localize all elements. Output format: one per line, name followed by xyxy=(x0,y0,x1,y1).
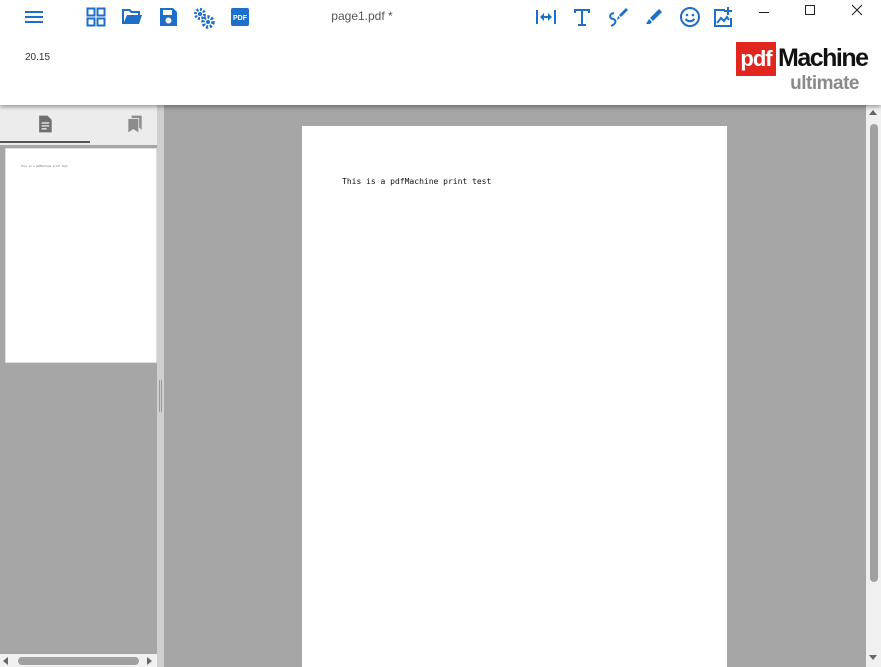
tab-pages[interactable] xyxy=(6,105,84,143)
pdf-button[interactable]: PDF xyxy=(227,4,253,30)
top-toolbar: PDF page1.pdf * 20.15 pdf Machine ultima… xyxy=(0,0,881,105)
sidebar-panel: This is a pdfMachine print test xyxy=(0,105,157,667)
stamp-button[interactable] xyxy=(677,4,703,30)
open-button[interactable] xyxy=(119,4,145,30)
maximize-button[interactable] xyxy=(787,0,833,20)
pages-icon xyxy=(39,115,52,133)
settings-icon xyxy=(194,8,215,29)
bookmark-icon xyxy=(128,115,142,133)
pdfmachine-logo: pdf Machine ultimate xyxy=(736,42,869,96)
save-icon xyxy=(160,8,177,26)
thumbnails-button[interactable] xyxy=(83,4,109,30)
save-button[interactable] xyxy=(155,4,181,30)
page-text: This is a pdfMachine print test xyxy=(342,177,492,186)
document-title: page1.pdf * xyxy=(331,9,393,23)
document-viewer: This is a pdfMachine print test xyxy=(164,105,866,667)
page-thumbnail[interactable]: This is a pdfMachine print test xyxy=(5,148,157,363)
active-tab-indicator xyxy=(0,141,90,143)
svg-text:PDF: PDF xyxy=(233,15,248,22)
add-image-icon xyxy=(714,7,732,27)
close-icon xyxy=(851,4,863,16)
highlighter-button[interactable] xyxy=(641,4,667,30)
text-tool-button[interactable] xyxy=(569,4,595,30)
logo-pdf-box: pdf xyxy=(736,42,776,76)
close-button[interactable] xyxy=(834,0,880,20)
grid-icon xyxy=(86,7,106,27)
scroll-down-icon[interactable] xyxy=(869,655,877,660)
fit-width-button[interactable] xyxy=(533,4,559,30)
viewer-vertical-scrollbar[interactable] xyxy=(866,105,881,667)
menu-button[interactable] xyxy=(21,4,47,30)
draw-icon xyxy=(609,8,628,27)
sidebar-tabs xyxy=(0,105,157,145)
minimize-button[interactable] xyxy=(741,0,787,20)
logo-machine-text: Machine xyxy=(778,44,869,72)
fit-width-icon xyxy=(536,10,556,24)
scroll-up-icon[interactable] xyxy=(869,110,877,115)
text-icon xyxy=(574,9,590,26)
sidebar-horizontal-scrollbar[interactable] xyxy=(0,654,157,667)
panel-splitter[interactable] xyxy=(157,105,164,667)
smiley-icon xyxy=(680,7,700,27)
menu-icon xyxy=(25,11,43,23)
splitter-grip-icon[interactable] xyxy=(159,380,162,412)
maximize-icon xyxy=(805,5,815,15)
scroll-right-icon[interactable] xyxy=(147,657,152,665)
pdf-page[interactable]: This is a pdfMachine print test xyxy=(302,126,727,667)
folder-open-icon xyxy=(122,9,142,24)
minimize-icon xyxy=(759,12,769,13)
thumbnail-text: This is a pdfMachine print test xyxy=(21,165,68,168)
logo-edition-text: ultimate xyxy=(790,73,859,94)
draw-tool-button[interactable] xyxy=(605,4,631,30)
viewer-scroll-thumb[interactable] xyxy=(870,124,878,582)
sidebar-scroll-thumb[interactable] xyxy=(18,657,139,665)
highlighter-icon xyxy=(646,9,662,24)
version-label: 20.15 xyxy=(25,52,51,63)
settings-button[interactable] xyxy=(191,5,217,31)
scroll-left-icon[interactable] xyxy=(3,657,8,665)
pdf-icon: PDF xyxy=(231,8,249,26)
add-image-button[interactable] xyxy=(710,5,736,31)
